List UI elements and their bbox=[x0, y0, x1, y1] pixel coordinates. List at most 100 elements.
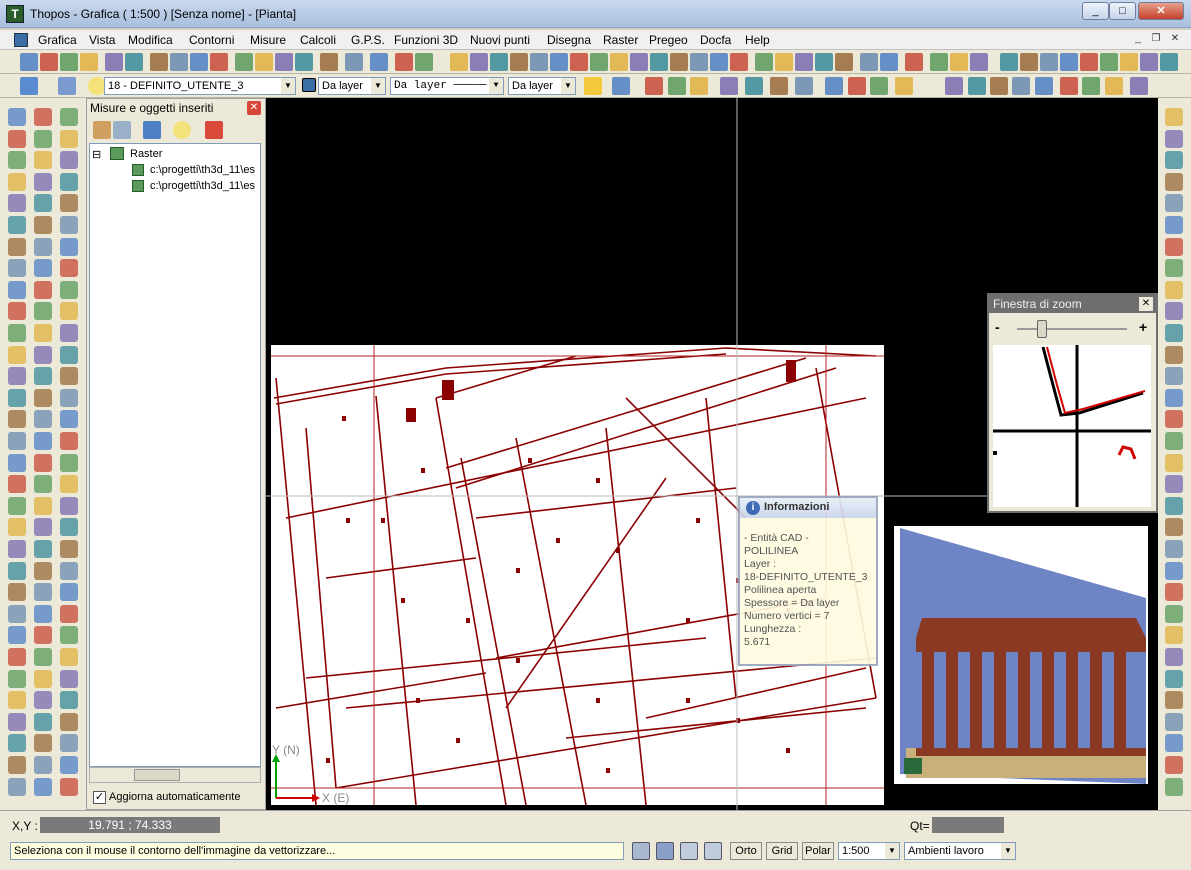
mdi-close-button[interactable]: ✕ bbox=[1167, 32, 1183, 47]
left-tool-icon[interactable] bbox=[8, 712, 26, 731]
right-tool-icon[interactable] bbox=[1165, 712, 1183, 731]
left-tool-icon[interactable] bbox=[34, 604, 52, 623]
toolbar-tool-icon[interactable] bbox=[795, 77, 813, 95]
toolbar-tool-icon[interactable] bbox=[1060, 77, 1078, 95]
snap-mode-icon[interactable] bbox=[632, 842, 650, 860]
menu-misure[interactable]: Misure bbox=[250, 33, 286, 47]
left-tool-icon[interactable] bbox=[34, 216, 52, 234]
left-tool-icon[interactable] bbox=[60, 108, 78, 126]
toolbar-tool-icon[interactable] bbox=[610, 53, 628, 71]
toolbar-tool-icon[interactable] bbox=[630, 53, 648, 71]
select-pointer-icon[interactable] bbox=[93, 121, 111, 139]
toolbar-tool-icon[interactable] bbox=[730, 53, 748, 71]
left-tool-icon[interactable] bbox=[34, 345, 52, 364]
left-tool-icon[interactable] bbox=[8, 734, 26, 753]
color-select[interactable]: Da layer ▼ bbox=[318, 77, 386, 95]
left-tool-icon[interactable] bbox=[60, 367, 78, 386]
left-tool-icon[interactable] bbox=[60, 388, 78, 407]
toolbar-tool-icon[interactable] bbox=[60, 53, 78, 71]
mdi-minimize-button[interactable]: _ bbox=[1130, 32, 1146, 47]
tree-collapse-icon[interactable]: ⊟ bbox=[92, 148, 101, 161]
toolbar-tool-icon[interactable] bbox=[80, 53, 98, 71]
left-tool-icon[interactable] bbox=[8, 216, 26, 234]
left-tool-icon[interactable] bbox=[34, 302, 52, 321]
left-tool-icon[interactable] bbox=[34, 475, 52, 494]
left-tool-icon[interactable] bbox=[60, 604, 78, 623]
left-tool-icon[interactable] bbox=[34, 626, 52, 645]
toolbar-tool-icon[interactable] bbox=[612, 77, 630, 95]
left-tool-icon[interactable] bbox=[8, 194, 26, 213]
toolbar-tool-icon[interactable] bbox=[775, 53, 793, 71]
toolbar-tool-icon[interactable] bbox=[295, 53, 313, 71]
left-tool-icon[interactable] bbox=[8, 475, 26, 494]
left-tool-icon[interactable] bbox=[8, 345, 26, 364]
thopos-logo-icon[interactable]: T bbox=[6, 5, 24, 23]
left-tool-icon[interactable] bbox=[34, 367, 52, 386]
toolbar-tool-icon[interactable] bbox=[690, 53, 708, 71]
right-tool-icon[interactable] bbox=[1165, 691, 1183, 710]
right-tool-icon[interactable] bbox=[1165, 302, 1183, 321]
left-tool-icon[interactable] bbox=[60, 734, 78, 753]
menu-pregeo[interactable]: Pregeo bbox=[649, 33, 688, 47]
right-tool-icon[interactable] bbox=[1165, 259, 1183, 278]
left-tool-icon[interactable] bbox=[60, 561, 78, 580]
toolbar-tool-icon[interactable] bbox=[550, 53, 568, 71]
toolbar-tool-icon[interactable] bbox=[1000, 53, 1018, 71]
toolbar-tool-icon[interactable] bbox=[1082, 77, 1100, 95]
auto-update-checkbox[interactable]: ✓ bbox=[93, 791, 106, 804]
toolbar-tool-icon[interactable] bbox=[650, 53, 668, 71]
toolbar-tool-icon[interactable] bbox=[970, 53, 988, 71]
toolbar-tool-icon[interactable] bbox=[530, 53, 548, 71]
menu-calcoli[interactable]: Calcoli bbox=[300, 33, 336, 47]
right-tool-icon[interactable] bbox=[1165, 496, 1183, 515]
right-tool-icon[interactable] bbox=[1165, 756, 1183, 774]
left-tool-icon[interactable] bbox=[8, 410, 26, 429]
right-tool-icon[interactable] bbox=[1165, 151, 1183, 170]
toolbar-tool-icon[interactable] bbox=[490, 53, 508, 71]
right-tool-icon[interactable] bbox=[1165, 367, 1183, 386]
right-tool-icon[interactable] bbox=[1165, 172, 1183, 191]
toolbar-tool-icon[interactable] bbox=[190, 53, 208, 71]
left-tool-icon[interactable] bbox=[60, 410, 78, 429]
right-tool-icon[interactable] bbox=[1165, 324, 1183, 342]
left-tool-icon[interactable] bbox=[60, 648, 78, 666]
toolbar-tool-icon[interactable] bbox=[210, 53, 228, 71]
zoom-close-button[interactable]: ✕ bbox=[1139, 297, 1153, 311]
left-tool-icon[interactable] bbox=[8, 302, 26, 321]
left-tool-icon[interactable] bbox=[60, 669, 78, 688]
maximize-button[interactable]: □ bbox=[1109, 2, 1136, 20]
toolbar-tool-icon[interactable] bbox=[720, 77, 738, 95]
left-tool-icon[interactable] bbox=[34, 259, 52, 278]
left-tool-icon[interactable] bbox=[8, 324, 26, 342]
toolbar-tool-icon[interactable] bbox=[848, 77, 866, 95]
left-tool-icon[interactable] bbox=[60, 583, 78, 602]
left-tool-icon[interactable] bbox=[60, 475, 78, 494]
scale-select[interactable]: 1:500 ▼ bbox=[838, 842, 900, 860]
left-tool-icon[interactable] bbox=[8, 648, 26, 666]
left-tool-icon[interactable] bbox=[60, 432, 78, 450]
tree-item-file-1[interactable]: c:\progetti\th3d_11\es bbox=[150, 164, 255, 176]
toolbar-tool-icon[interactable] bbox=[755, 53, 773, 71]
linetype-select[interactable]: Da layer ───── ▼ bbox=[390, 77, 504, 95]
left-tool-icon[interactable] bbox=[60, 756, 78, 774]
right-tool-icon[interactable] bbox=[1165, 669, 1183, 688]
left-tool-icon[interactable] bbox=[34, 734, 52, 753]
left-tool-icon[interactable] bbox=[34, 712, 52, 731]
left-tool-icon[interactable] bbox=[60, 691, 78, 710]
tree-item-raster[interactable]: Raster bbox=[130, 148, 162, 160]
layer-stack-icon[interactable] bbox=[58, 77, 76, 95]
right-tool-icon[interactable] bbox=[1165, 734, 1183, 753]
right-tool-icon[interactable] bbox=[1165, 237, 1183, 256]
right-tool-icon[interactable] bbox=[1165, 453, 1183, 472]
toolbar-tool-icon[interactable] bbox=[1120, 53, 1138, 71]
right-tool-icon[interactable] bbox=[1165, 108, 1183, 126]
grid-button[interactable]: Grid bbox=[766, 842, 798, 860]
left-tool-icon[interactable] bbox=[8, 583, 26, 602]
menu-disegna[interactable]: Disegna bbox=[547, 33, 591, 47]
toolbar-tool-icon[interactable] bbox=[645, 77, 663, 95]
document-icon[interactable] bbox=[14, 33, 28, 47]
toolbar-tool-icon[interactable] bbox=[570, 53, 588, 71]
left-tool-icon[interactable] bbox=[60, 712, 78, 731]
left-tool-icon[interactable] bbox=[34, 151, 52, 170]
right-tool-icon[interactable] bbox=[1165, 432, 1183, 450]
